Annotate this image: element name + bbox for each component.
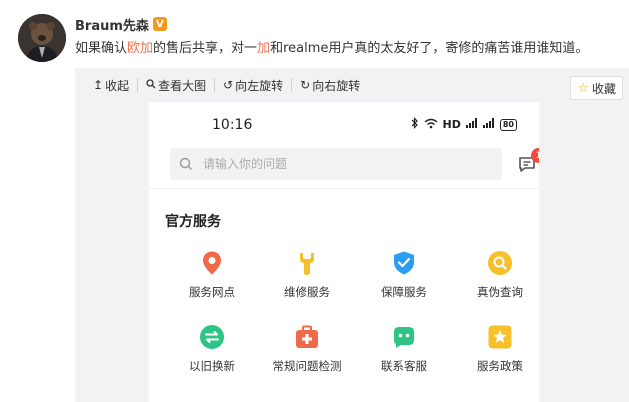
image-viewer: ↥ 收起 查看大图 ↺ 向左旋转 ↻ 向右旋转 ☆ 收藏 10:16 HD 80… [75, 68, 629, 402]
rotate-left-button[interactable]: ↺ 向左旋转 [214, 78, 291, 93]
service-item-protection[interactable]: 保障服务 [356, 250, 452, 300]
rotate-left-icon: ↺ [223, 78, 234, 92]
medical-kit-icon [296, 325, 318, 348]
view-large-label: 查看大图 [158, 78, 207, 93]
service-label: 常规问题检测 [272, 359, 342, 373]
phone-screenshot[interactable]: 10:16 HD 80 请输入你的问题 1 官方服务 服务网点 维修服务 保障服… [149, 102, 539, 402]
service-label: 联系客服 [381, 359, 427, 373]
service-label: 真伪查询 [477, 285, 523, 299]
view-large-button[interactable]: 查看大图 [137, 78, 214, 93]
weibo-post: Braum先森 V 如果确认欧加的售后共享，对一加和realme用户真的太友好了… [0, 0, 629, 402]
favorite-label: 收藏 [591, 81, 616, 96]
service-item-outlets[interactable]: 服务网点 [164, 250, 260, 300]
star-badge-icon [488, 325, 512, 349]
service-item-contact[interactable]: 联系客服 [356, 324, 452, 374]
rotate-left-label: 向左旋转 [235, 78, 284, 93]
service-item-authenticity[interactable]: 真伪查询 [452, 250, 539, 300]
favorite-button[interactable]: ☆ 收藏 [570, 76, 623, 100]
magnifier-small-icon [146, 79, 156, 91]
username[interactable]: Braum先森 [75, 15, 149, 34]
post-text-part: 和realme用户真的太友好了，寄修的痛苦谁用谁知道。 [270, 41, 589, 56]
star-outline-icon: ☆ [577, 80, 589, 96]
service-item-repair[interactable]: 维修服务 [259, 250, 355, 300]
service-item-policy[interactable]: 服务政策 [452, 324, 539, 374]
post-text-link[interactable]: 加 [257, 41, 270, 56]
exchange-arrows-icon [200, 325, 224, 349]
service-label: 服务网点 [189, 285, 235, 299]
post-text-part: 的售后共享，对一 [153, 41, 258, 56]
post-text-link[interactable]: 欧加 [127, 41, 153, 56]
wrench-icon [300, 253, 314, 275]
rotate-right-button[interactable]: ↻ 向右旋转 [291, 78, 368, 93]
chat-face-icon [394, 327, 414, 348]
service-item-diagnostics[interactable]: 常规问题检测 [259, 324, 355, 374]
shield-check-icon [394, 251, 414, 275]
rotate-right-label: 向右旋转 [312, 78, 361, 93]
username-row: Braum先森 V [75, 14, 167, 34]
service-label: 以旧换新 [189, 359, 235, 373]
collapse-up-arrow-icon: ↥ [93, 78, 104, 92]
verified-badge-icon: V [152, 17, 167, 31]
service-label: 维修服务 [284, 285, 330, 299]
post-text-part: 如果确认 [75, 41, 128, 56]
service-grid: 服务网点 维修服务 保障服务 真伪查询 以旧换新 常规问题检测 联系客服 服务政… [149, 102, 539, 402]
avatar[interactable] [18, 14, 66, 62]
service-label: 保障服务 [381, 285, 427, 299]
collapse-button[interactable]: ↥ 收起 [75, 78, 137, 93]
collapse-label: 收起 [105, 78, 130, 93]
service-label: 服务政策 [477, 359, 523, 373]
rotate-right-icon: ↻ [300, 78, 311, 92]
service-item-tradein[interactable]: 以旧换新 [164, 324, 260, 374]
magnifier-icon [488, 251, 512, 275]
image-toolbar: ↥ 收起 查看大图 ↺ 向左旋转 ↻ 向右旋转 [75, 68, 629, 102]
location-pin-icon [203, 251, 221, 275]
avatar-image [18, 14, 66, 62]
post-text: 如果确认欧加的售后共享，对一加和realme用户真的太友好了，寄修的痛苦谁用谁知… [75, 37, 588, 56]
